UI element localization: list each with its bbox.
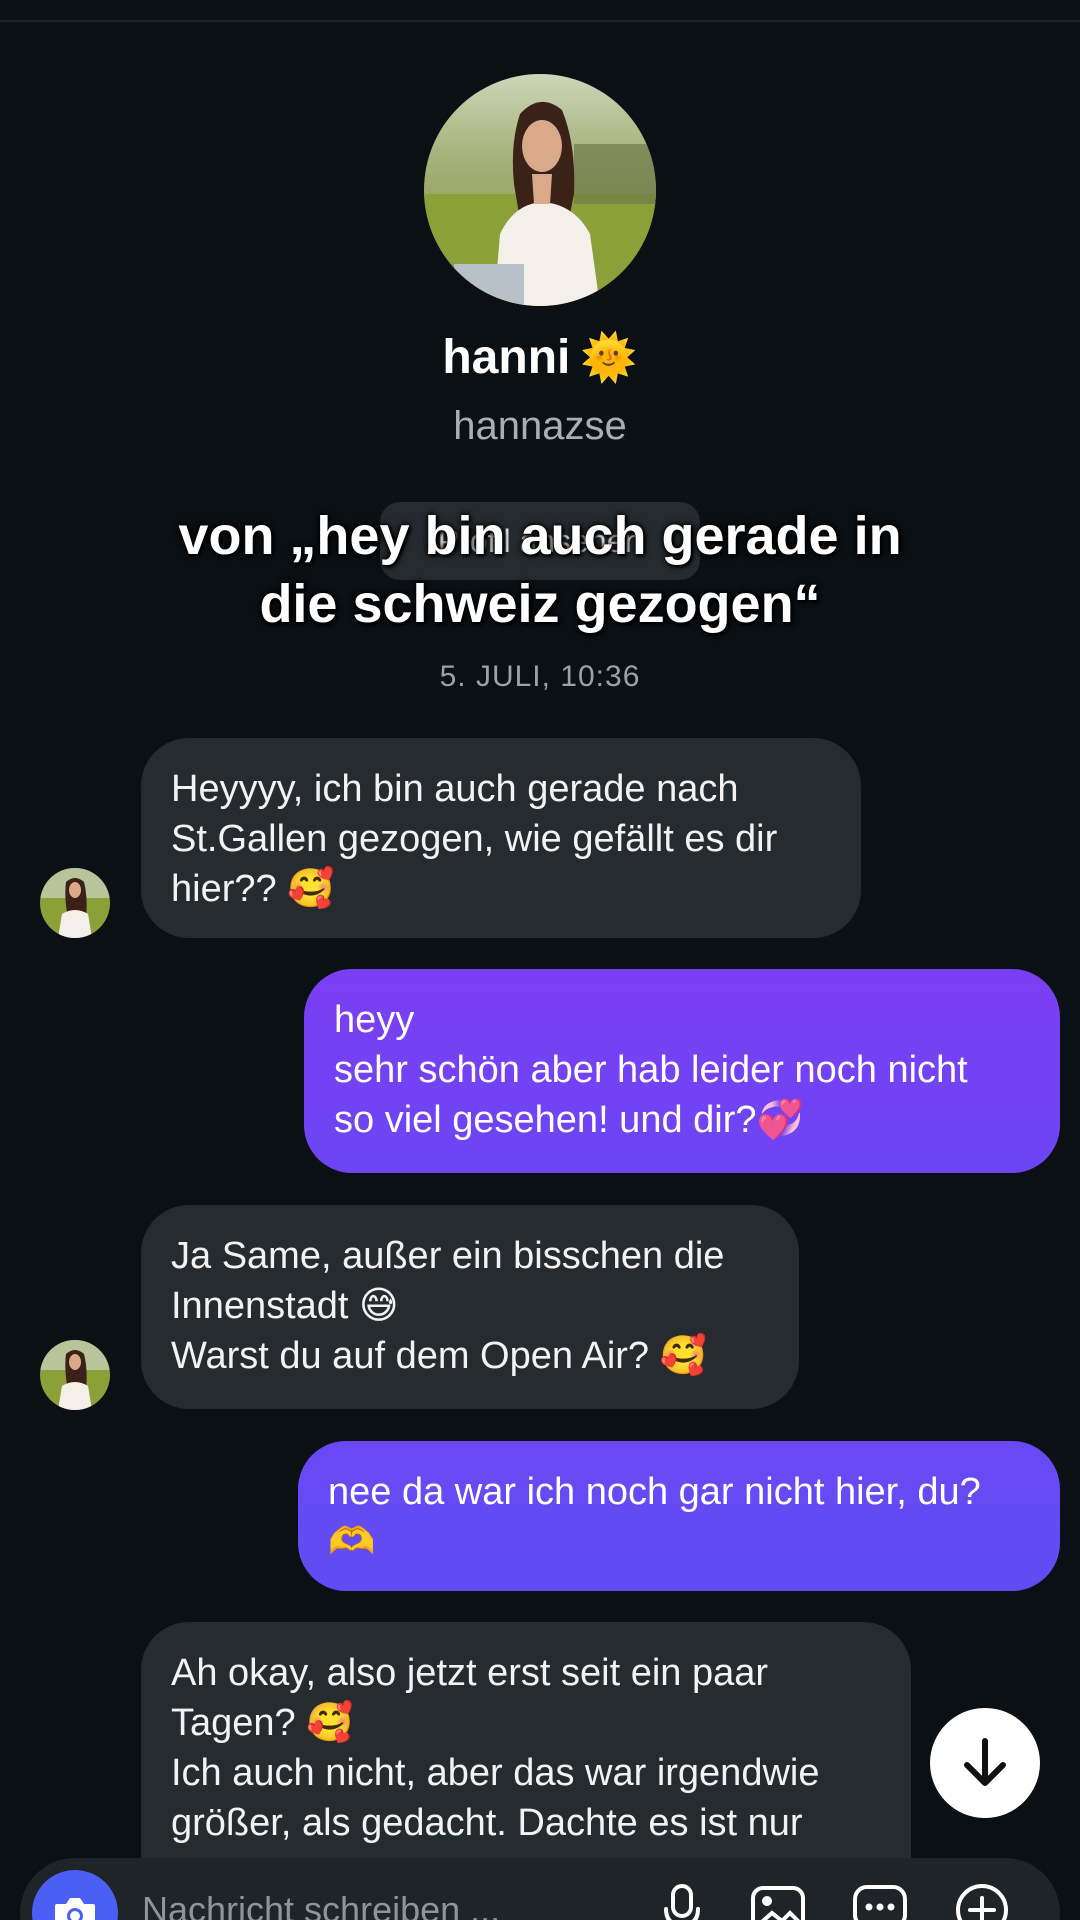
profile-avatar[interactable] — [424, 74, 656, 306]
sun-emoji-icon: 🌞 — [580, 331, 638, 383]
chat-screen: hanni 🌞 hannazse Profil ansehen von „hey … — [0, 0, 1080, 1920]
scroll-to-bottom-button[interactable] — [930, 1708, 1040, 1818]
gallery-icon — [751, 1886, 805, 1920]
sender-avatar[interactable] — [40, 868, 110, 938]
gallery-button[interactable] — [748, 1880, 808, 1920]
camera-icon — [55, 1898, 95, 1920]
profile-name: hanni 🌞 — [0, 328, 1080, 387]
date-separator: 5. JULI, 10:36 — [439, 660, 641, 693]
microphone-button[interactable] — [652, 1880, 712, 1920]
message-bubble-outgoing[interactable]: nee da war ich noch gar nicht hier, du? … — [298, 1441, 1060, 1591]
header-divider — [0, 20, 1080, 22]
sticker-button[interactable] — [850, 1880, 910, 1920]
message-bubble-outgoing[interactable]: heyy sehr schön aber hab leider noch nic… — [304, 969, 1060, 1173]
message-input[interactable] — [140, 1884, 644, 1920]
profile-name-text: hanni — [442, 331, 571, 384]
video-caption-overlay: von „hey bin auch gerade in die schweiz … — [178, 506, 902, 634]
sticker-icon — [853, 1885, 907, 1920]
more-button[interactable] — [952, 1880, 1012, 1920]
sender-avatar[interactable] — [40, 1340, 110, 1410]
profile-username: hannazse — [453, 404, 627, 448]
arrow-down-icon — [964, 1738, 1006, 1786]
microphone-icon — [664, 1884, 700, 1920]
message-bubble-incoming[interactable]: Ja Same, außer ein bisschen die Innensta… — [141, 1205, 799, 1409]
plus-circle-icon — [956, 1884, 1008, 1920]
message-bubble-incoming[interactable]: Heyyyy, ich bin auch gerade nach St.Gall… — [141, 738, 861, 938]
